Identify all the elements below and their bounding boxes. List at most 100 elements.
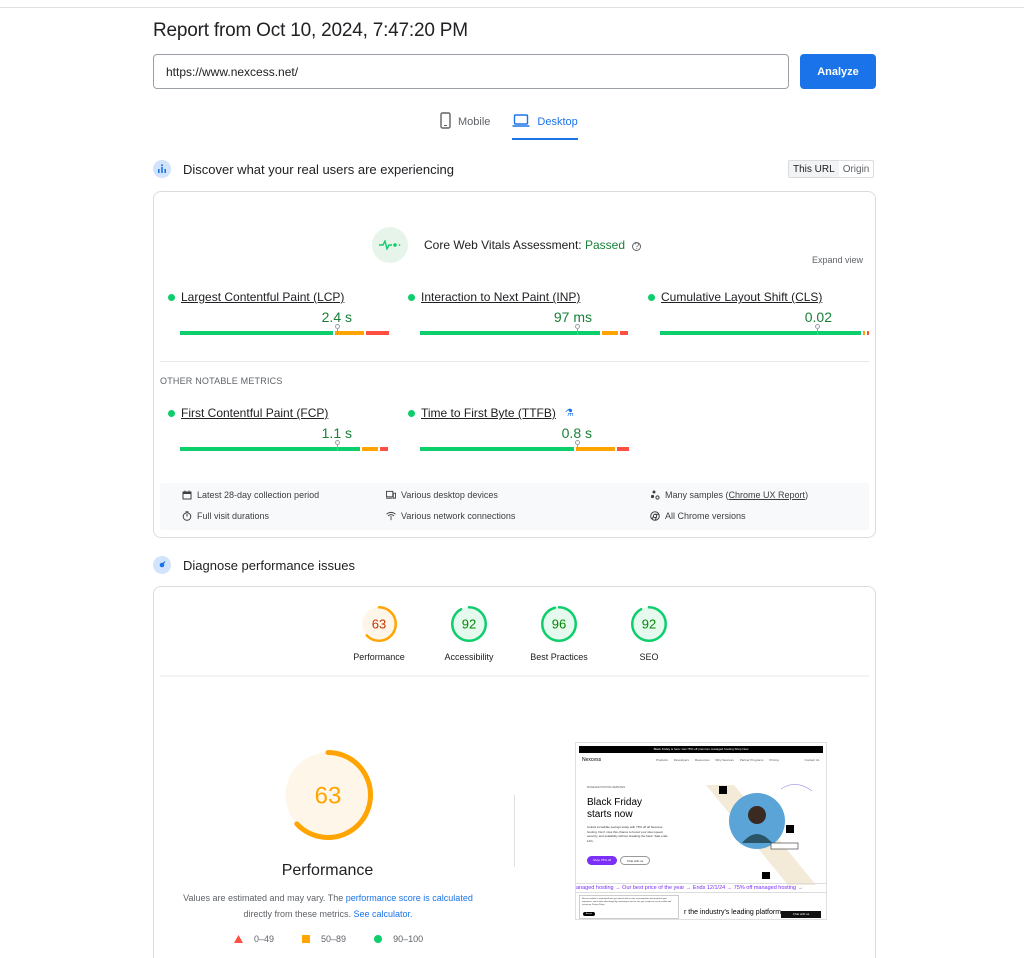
bar-needs-improvement-segment xyxy=(576,447,615,451)
p75-marker xyxy=(575,440,580,451)
screenshot-nav-item: Why Nexcess xyxy=(715,758,734,762)
p75-marker xyxy=(335,440,340,451)
help-icon[interactable]: ? xyxy=(632,241,642,251)
footer-text: Various desktop devices xyxy=(401,490,498,500)
metric-cls: Cumulative Layout Shift (CLS) 0.02 xyxy=(648,290,869,335)
see-calculator-link[interactable]: See calculator. xyxy=(353,909,412,919)
status-dot xyxy=(408,293,415,301)
bar-good-segment xyxy=(180,447,360,451)
field-data-heading-text: Discover what your real users are experi… xyxy=(183,161,454,177)
bar-poor-segment xyxy=(620,331,628,335)
screenshot-ticker: anaged hosting → Our best price of the y… xyxy=(576,883,826,893)
metric-inp-name[interactable]: Interaction to Next Paint (INP) xyxy=(421,290,580,304)
metric-lcp-distribution xyxy=(180,324,389,335)
url-input[interactable] xyxy=(153,54,789,89)
p75-marker xyxy=(815,324,820,335)
bar-needs-improvement-segment xyxy=(335,331,365,335)
screenshot-nav-item: Developers xyxy=(673,758,690,762)
p75-marker xyxy=(335,324,340,335)
gauge-score: 92 xyxy=(642,617,656,632)
footer-devices: Various desktop devices xyxy=(386,490,498,500)
screenshot-body: Unlock incredible savings today with 75%… xyxy=(587,825,668,843)
score-seo[interactable]: 92 SEO xyxy=(609,605,689,662)
bar-good-segment xyxy=(660,331,861,335)
footer-text: Full visit durations xyxy=(197,511,270,521)
bar-good-segment xyxy=(420,447,574,451)
tab-desktop[interactable]: Desktop xyxy=(512,112,579,140)
flask-icon: ⚗ xyxy=(564,407,574,419)
metric-fcp: First Contentful Paint (FCP) 1.1 s xyxy=(168,406,388,451)
bar-good-segment xyxy=(420,331,600,335)
url-origin-toggle: This URL Origin xyxy=(788,160,875,178)
accessibility-gauge: 92 xyxy=(451,606,487,642)
bar-needs-improvement-segment xyxy=(863,331,865,335)
footer-collection-period: Latest 28-day collection period xyxy=(182,490,319,500)
footer-samples: Many samples (Chrome UX Report) xyxy=(650,490,808,500)
screenshot-chat: Chat with us xyxy=(781,911,821,918)
bar-poor-segment xyxy=(617,447,629,451)
gauge-score: 63 xyxy=(315,783,342,810)
score-calculated-link[interactable]: performance score is calculated xyxy=(346,893,473,903)
field-data-footer: Latest 28-day collection period Various … xyxy=(160,483,869,530)
report-title: Report from Oct 10, 2024, 7:47:20 PM xyxy=(153,20,468,41)
score-best-practices[interactable]: 96 Best Practices xyxy=(519,605,599,662)
metric-lcp-value: 2.4 s xyxy=(321,309,352,325)
timer-icon xyxy=(182,511,192,521)
metric-cls-distribution xyxy=(660,324,869,335)
score-accessibility[interactable]: 92 Accessibility xyxy=(429,605,509,662)
metric-lcp-name[interactable]: Largest Contentful Paint (LCP) xyxy=(181,290,344,304)
screenshot-banner: Black Friday is here: Get 75% off premiu… xyxy=(579,746,823,753)
metric-cls-value: 0.02 xyxy=(804,309,832,325)
analyze-button[interactable]: Analyze xyxy=(800,54,876,89)
metric-ttfb: Time to First Byte (TTFB) ⚗ 0.8 s xyxy=(408,406,629,451)
estimate-note: Values are estimated and may vary. The p… xyxy=(168,890,488,922)
users-chart-icon xyxy=(153,160,171,178)
legend-pass-range: 90–100 xyxy=(393,934,424,944)
status-dot xyxy=(408,409,415,417)
metric-ttfb-name[interactable]: Time to First Byte (TTFB) xyxy=(421,406,556,420)
score-legend: 0–49 50–89 90–100 xyxy=(234,934,423,944)
chrome-ux-report-link[interactable]: Chrome UX Report xyxy=(729,490,806,500)
footer-chrome-versions: All Chrome versions xyxy=(650,511,746,521)
metric-cls-name[interactable]: Cumulative Layout Shift (CLS) xyxy=(661,290,822,304)
top-divider xyxy=(0,7,1024,8)
footer-text: Various network connections xyxy=(401,511,516,521)
legend-fail-range: 0–49 xyxy=(254,934,275,944)
metric-ttfb-distribution xyxy=(420,440,629,451)
screenshot-nav-item: Pricing xyxy=(769,758,779,762)
screenshot-eyebrow: MANAGED HOSTING SERVICES xyxy=(587,786,626,789)
screenshot-hero-art xyxy=(706,784,816,885)
tab-mobile[interactable]: Mobile xyxy=(440,112,490,132)
screenshot-nav-item: Partner Programs xyxy=(739,758,764,762)
metric-fcp-value: 1.1 s xyxy=(321,425,352,441)
page-screenshot[interactable]: Black Friday is here: Get 75% off premiu… xyxy=(575,742,827,920)
toggle-this-url[interactable]: This URL xyxy=(789,161,839,177)
screenshot-cookie-text: We use cookies to understand how you int… xyxy=(582,898,672,906)
bar-needs-improvement-segment xyxy=(602,331,618,335)
calendar-icon xyxy=(182,490,192,500)
p75-marker xyxy=(575,324,580,335)
circle-icon xyxy=(374,935,383,943)
metric-fcp-name[interactable]: First Contentful Paint (FCP) xyxy=(181,406,328,420)
score-performance-label: Performance xyxy=(353,652,405,662)
device-tabs: Mobile Desktop xyxy=(440,112,579,142)
screenshot-cookie-banner: We use cookies to understand how you int… xyxy=(579,895,679,919)
performance-gauge: 63 xyxy=(361,606,397,642)
toggle-origin[interactable]: Origin xyxy=(839,161,874,177)
expand-view-link[interactable]: Expand view xyxy=(812,255,863,265)
pulse-icon xyxy=(372,227,408,263)
note-text: Values are estimated and may vary. The xyxy=(183,893,346,903)
lab-data-heading-text: Diagnose performance issues xyxy=(183,557,355,573)
scores-divider xyxy=(160,675,869,677)
bar-needs-improvement-segment xyxy=(362,447,378,451)
score-accessibility-label: Accessibility xyxy=(444,652,494,662)
metric-lcp: Largest Contentful Paint (LCP) 2.4 s xyxy=(168,290,389,335)
score-best-practices-label: Best Practices xyxy=(530,652,588,662)
bar-poor-segment xyxy=(867,331,869,335)
main-performance-gauge: 63 xyxy=(283,750,373,840)
gauge-score: 96 xyxy=(552,617,566,632)
screenshot-cta-secondary: Chat with us xyxy=(620,856,650,865)
footer-text: Many samples (Chrome UX Report) xyxy=(665,490,808,500)
score-performance[interactable]: 63 Performance xyxy=(339,605,419,662)
field-data-card: Core Web Vitals Assessment: Passed ? Exp… xyxy=(153,191,876,538)
